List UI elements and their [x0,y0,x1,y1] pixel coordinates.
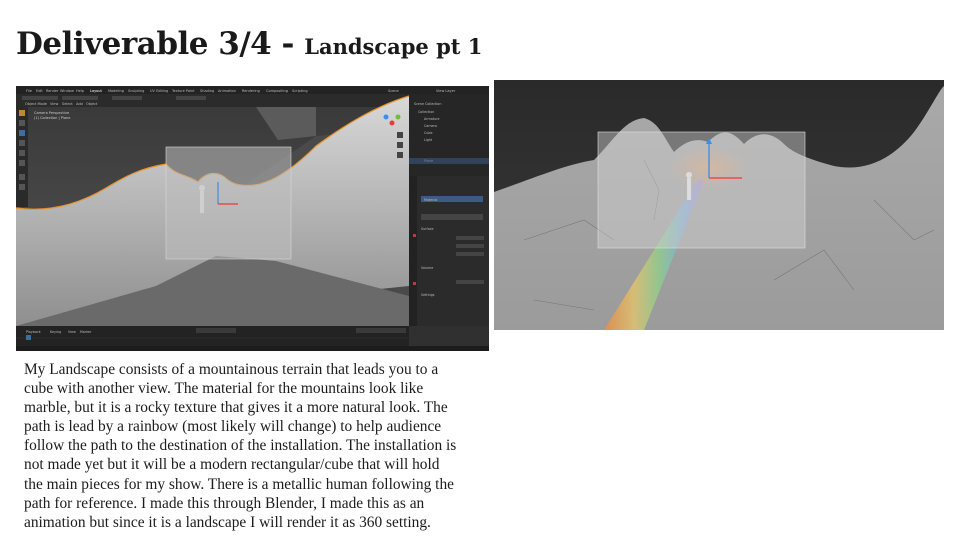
tab-texture-paint[interactable]: Texture Paint [171,89,195,93]
outliner-collection[interactable]: Collection [418,110,434,114]
props-surface[interactable]: Surface [421,227,434,231]
timeline-view[interactable]: View [68,330,76,334]
timeline-playback[interactable]: Playback [26,330,41,334]
outliner-title: Scene Collection [414,102,441,106]
menu-render[interactable]: Render [46,89,59,93]
tab-compositing[interactable]: Compositing [266,89,288,93]
metallic-figure [687,178,691,200]
menu-file[interactable]: File [26,89,32,93]
cube-frame [165,146,292,260]
title-subtitle: Landscape pt 1 [304,34,483,59]
props-volume[interactable]: Volume [421,266,433,270]
title-main: Deliverable 3/4 - [16,26,305,62]
tab-rendering[interactable]: Rendering [242,89,260,93]
tab-shading[interactable]: Shading [200,89,214,93]
outliner-light[interactable]: Light [424,138,433,142]
description-text: My Landscape consists of a mountainous t… [24,361,457,531]
menu-help[interactable]: Help [76,89,85,93]
tab-animation[interactable]: Animation [218,89,236,93]
tab-modeling[interactable]: Modeling [108,89,124,93]
figure [200,191,204,213]
installation-cube [597,131,806,249]
material-name[interactable]: Material [424,198,437,202]
camera-perspective-label: Camera Perspective [34,111,69,115]
view-layer-label[interactable]: View Layer [436,89,456,93]
scene-label[interactable]: Scene [388,89,399,93]
menu-window[interactable]: Window [60,89,74,93]
collection-plane-label: (1) Collection | Plane [34,116,70,120]
outliner-cube[interactable]: Cube [424,131,433,135]
menu-edit[interactable]: Edit [36,89,43,93]
tab-uv-editing[interactable]: UV Editing [150,89,168,93]
view-menu-select[interactable]: Select [62,102,73,106]
tab-scripting[interactable]: Scripting [292,89,308,93]
view-menu-add[interactable]: Add [76,102,83,106]
props-settings[interactable]: Settings [421,293,435,297]
view-menu-view[interactable]: View [50,102,58,106]
viewport-mode[interactable]: Object Mode [25,102,47,106]
render-preview [494,80,944,330]
outliner-camera[interactable]: Camera [424,124,437,128]
timeline-keying[interactable]: Keying [50,330,61,334]
view-menu-object[interactable]: Object [86,102,98,106]
tab-layout[interactable]: Layout [90,89,103,93]
outliner-armature[interactable]: Armature [424,117,439,121]
blender-screenshot: File Edit Render Window Help Layout Mode… [16,86,489,351]
tab-sculpting[interactable]: Sculpting [128,89,144,93]
timeline-marker[interactable]: Marker [80,330,92,334]
slide-title: Deliverable 3/4 - Landscape pt 1 [16,24,482,62]
